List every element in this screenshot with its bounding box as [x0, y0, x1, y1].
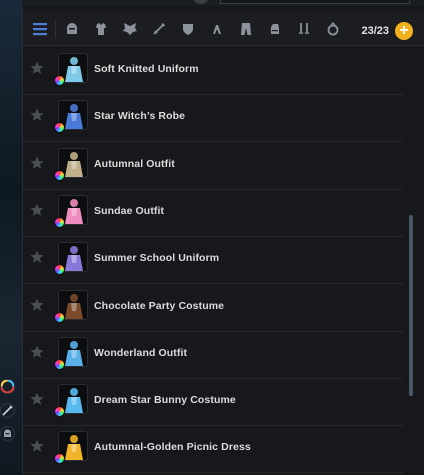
dye-color-icon[interactable] — [54, 75, 65, 86]
favorite-star-icon[interactable] — [29, 249, 45, 265]
outfit-name: Chocolate Party Costume — [94, 299, 225, 312]
outfit-count: 23/23 — [361, 25, 389, 37]
dye-color-icon[interactable] — [54, 311, 65, 323]
favorite-star-icon[interactable] — [29, 60, 45, 76]
list-item[interactable]: Chocolate Party Costume — [23, 285, 403, 332]
list-item[interactable]: Soft Knitted Uniform — [23, 48, 403, 95]
favorite-star-icon[interactable] — [29, 344, 45, 360]
sword-side-icon[interactable] — [0, 403, 15, 418]
favorite-star-icon[interactable] — [29, 391, 45, 407]
list-item[interactable]: Autumnal-Golden Picnic Dress — [23, 426, 403, 474]
favorite-star-icon[interactable] — [29, 107, 45, 123]
search-field-stub[interactable] — [220, 0, 410, 4]
dye-color-icon[interactable] — [54, 122, 65, 134]
list-item[interactable]: Autumnal Outfit — [23, 143, 403, 190]
favorite-star-icon[interactable] — [29, 202, 45, 218]
scrollbar[interactable] — [409, 215, 413, 396]
favorite-star-icon[interactable] — [29, 155, 45, 171]
favorite-star-icon[interactable] — [29, 297, 45, 313]
filter-toolbar: 23/23 + — [23, 12, 424, 46]
round-button-stub[interactable] — [194, 0, 208, 4]
dye-color-icon[interactable] — [54, 216, 65, 228]
claw-icon[interactable] — [204, 16, 230, 42]
outfit-name: Dream Star Bunny Costume — [94, 394, 236, 407]
outfit-list: Soft Knitted Uniform Star Witch’s Robe Aut… — [23, 48, 403, 475]
dye-color-icon[interactable] — [54, 358, 65, 370]
dye-palette-icon[interactable] — [0, 379, 15, 394]
list-item[interactable]: Dream Star Bunny Costume — [23, 379, 403, 427]
outfit-name: Autumnal-Golden Picnic Dress — [94, 441, 251, 454]
favorite-star-icon[interactable] — [29, 438, 45, 454]
outfit-panel: 23/23 + Soft Knitted Uniform Star Witch’s… — [22, 6, 424, 475]
wings-icon[interactable] — [117, 16, 143, 42]
dye-color-icon[interactable] — [54, 264, 65, 276]
outfit-name: Soft Knitted Uniform — [94, 63, 199, 75]
ring-icon[interactable] — [320, 16, 346, 42]
outfit-name: Wonderland Outfit — [94, 346, 188, 359]
outfit-name: Sundae Outfit — [94, 204, 165, 217]
toolbar-divider — [55, 19, 56, 38]
list-item[interactable]: Sundae Outfit — [23, 190, 403, 237]
outfit-name: Star Witch’s Robe — [94, 110, 186, 123]
list-item[interactable]: Star Witch’s Robe — [23, 95, 403, 143]
gauntlet-icon[interactable] — [262, 16, 288, 42]
list-item[interactable]: Summer School Uniform — [23, 237, 403, 285]
dye-color-icon[interactable] — [54, 453, 65, 465]
outfit-name: Summer School Uniform — [94, 252, 220, 265]
shield-icon[interactable] — [175, 16, 201, 42]
dye-color-icon[interactable] — [54, 169, 65, 181]
armor-icon[interactable] — [88, 16, 114, 42]
sword-icon[interactable] — [146, 16, 172, 42]
outfit-name: Autumnal Outfit — [94, 157, 175, 170]
list-item[interactable]: Wonderland Outfit — [23, 332, 403, 379]
plus-icon: + — [399, 22, 409, 39]
helmet-icon[interactable] — [59, 16, 85, 42]
dual-blades-icon[interactable] — [291, 16, 317, 42]
dye-color-icon[interactable] — [54, 406, 65, 418]
pants-icon[interactable] — [233, 16, 259, 42]
list-menu-icon[interactable] — [27, 16, 53, 42]
add-button[interactable]: + — [395, 22, 413, 40]
helmet-side-icon[interactable] — [0, 426, 15, 441]
